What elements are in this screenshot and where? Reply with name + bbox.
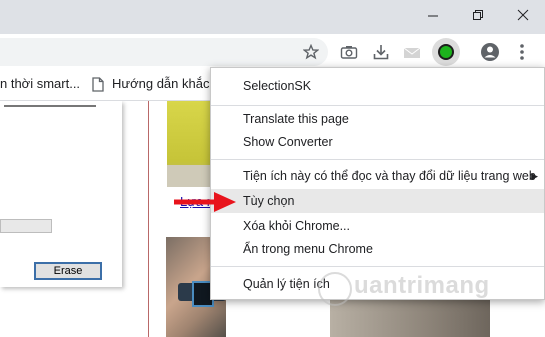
watermark: uantrimang xyxy=(318,270,545,310)
divider xyxy=(4,105,96,107)
submenu-arrow-icon: ▶ xyxy=(531,171,538,181)
profile-icon[interactable] xyxy=(478,40,502,64)
download-icon[interactable] xyxy=(369,40,393,64)
restore-icon[interactable] xyxy=(455,0,500,30)
more-vert-icon[interactable] xyxy=(510,40,534,64)
watermark-text: uantrimang xyxy=(354,272,490,299)
close-icon[interactable] xyxy=(500,0,545,30)
page-icon xyxy=(92,77,104,95)
menu-item-translate[interactable]: Translate this page xyxy=(211,107,544,131)
erase-button[interactable]: Erase xyxy=(34,262,102,280)
menu-item-options[interactable]: Tùy chọn xyxy=(211,189,544,213)
extension-panel: Erase xyxy=(0,101,122,287)
bookmark-item[interactable]: n thời smart... xyxy=(0,76,80,91)
menu-separator xyxy=(211,159,544,160)
menu-item-site-access[interactable]: Tiện ích này có thể đọc và thay đổi dữ l… xyxy=(211,164,544,188)
menu-title[interactable]: SelectionSK xyxy=(211,74,544,98)
minimize-icon[interactable] xyxy=(410,0,455,30)
camera-icon[interactable] xyxy=(337,40,361,64)
star-icon[interactable] xyxy=(299,40,323,64)
menu-item-hide[interactable]: Ẩn trong menu Chrome xyxy=(211,237,544,261)
toolbar xyxy=(0,34,545,70)
red-arrow-icon xyxy=(174,192,236,212)
menu-separator xyxy=(211,266,544,267)
extension-context-menu: SelectionSK Translate this page Show Con… xyxy=(210,67,545,300)
text-field[interactable] xyxy=(0,219,52,233)
mail-icon[interactable] xyxy=(400,40,424,64)
extension-green-icon[interactable] xyxy=(432,38,460,66)
column-divider xyxy=(148,101,149,337)
menu-item-show-converter[interactable]: Show Converter xyxy=(211,130,544,154)
menu-item-remove[interactable]: Xóa khỏi Chrome... xyxy=(211,214,544,238)
watermark-logo-icon xyxy=(318,272,352,306)
menu-separator xyxy=(211,105,544,106)
menu-item-label: Tiện ích này có thể đọc và thay đổi dữ l… xyxy=(243,169,536,183)
address-bar[interactable] xyxy=(0,38,328,66)
bookmark-item[interactable]: Hướng dẫn khắc p xyxy=(112,76,220,91)
title-bar xyxy=(0,0,545,34)
